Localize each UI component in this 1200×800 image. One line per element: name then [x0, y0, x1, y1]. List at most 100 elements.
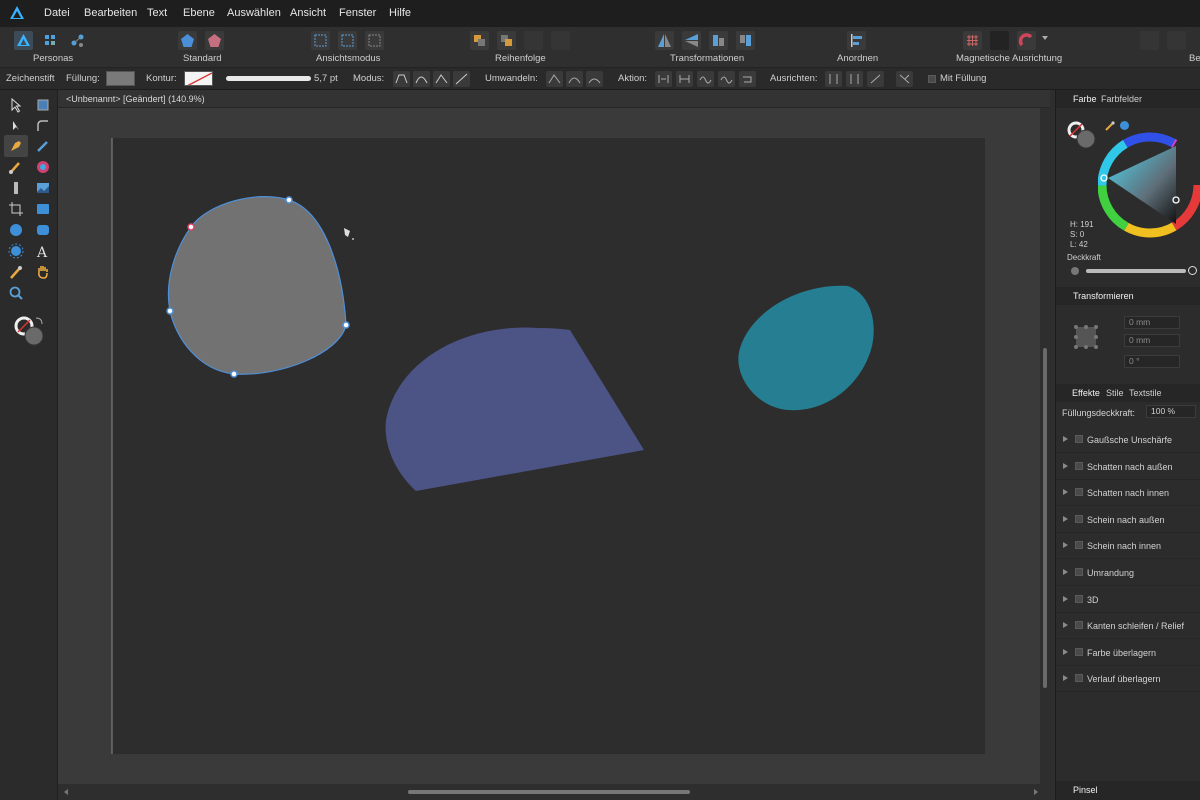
with-fill-checkbox[interactable]	[928, 75, 936, 83]
vector-brush-tool-icon[interactable]	[7, 158, 25, 176]
color-picker-tool-icon[interactable]	[7, 263, 25, 281]
fill-swatch[interactable]	[106, 71, 135, 86]
convert-smooth-button[interactable]	[566, 71, 583, 87]
effect-checkbox[interactable]	[1075, 594, 1083, 603]
boolean-add-button[interactable]	[1140, 31, 1159, 50]
effect-checkbox[interactable]	[1075, 568, 1083, 576]
pen-tool-icon[interactable]	[7, 137, 25, 155]
order-top-button[interactable]	[551, 31, 570, 50]
order-forward-button[interactable]	[497, 31, 516, 50]
menu-text[interactable]: Text	[147, 7, 167, 19]
action-reverse-button[interactable]	[739, 71, 756, 87]
effect-row[interactable]: Schatten nach innen	[1056, 480, 1200, 507]
effect-row[interactable]: Schein nach innen	[1056, 533, 1200, 560]
opacity-slider-handle[interactable]	[1188, 266, 1197, 275]
mode-pen-button[interactable]	[393, 71, 410, 87]
pixel-persona-button[interactable]	[41, 31, 60, 50]
expand-triangle-icon[interactable]	[1063, 622, 1068, 629]
transform-y-field[interactable]: 0 mm	[1124, 334, 1180, 347]
document-title[interactable]: <Unbenannt> [Geändert] (140.9%)	[66, 94, 205, 104]
scroll-left-icon[interactable]	[64, 789, 68, 795]
crop-tool-icon[interactable]	[7, 200, 25, 218]
path-node[interactable]	[285, 196, 293, 204]
snapping-magnet-button[interactable]	[1017, 31, 1036, 50]
pencil-tool-icon[interactable]	[34, 137, 52, 155]
expand-triangle-icon[interactable]	[1063, 489, 1068, 496]
action-smooth-button[interactable]	[697, 71, 714, 87]
mode-line-button[interactable]	[453, 71, 470, 87]
order-front-button[interactable]	[524, 31, 543, 50]
effect-checkbox[interactable]	[1075, 621, 1083, 630]
convert-smart-button[interactable]	[586, 71, 603, 87]
artboard-tool-icon[interactable]	[34, 96, 52, 114]
star-tool-icon[interactable]	[7, 242, 25, 260]
move-tool-icon[interactable]	[7, 96, 25, 114]
color-wheel[interactable]	[1098, 130, 1200, 246]
horizontal-scroll-thumb[interactable]	[408, 790, 690, 794]
tab-swatches[interactable]: Farbfelder	[1101, 94, 1142, 104]
tab-styles[interactable]: Stile	[1106, 388, 1124, 398]
convert-sharp-button[interactable]	[546, 71, 563, 87]
effect-row[interactable]: Kanten schleifen / Relief	[1056, 613, 1200, 640]
boolean-subtract-button[interactable]	[1167, 31, 1186, 50]
node-tool-icon[interactable]	[7, 117, 25, 135]
place-image-tool-icon[interactable]	[34, 179, 52, 197]
ellipse-tool-icon[interactable]	[7, 221, 25, 239]
menu-ebene[interactable]: Ebene	[183, 7, 215, 19]
expand-triangle-icon[interactable]	[1063, 595, 1068, 602]
mode-polygon-button[interactable]	[433, 71, 450, 87]
standard-shape-button[interactable]	[178, 31, 197, 50]
zoom-tool-icon[interactable]	[7, 284, 25, 302]
effect-checkbox[interactable]	[1075, 674, 1083, 683]
action-close-button[interactable]	[676, 71, 693, 87]
expand-triangle-icon[interactable]	[1063, 648, 1068, 655]
corner-tool-icon[interactable]	[34, 117, 52, 135]
path-node[interactable]	[342, 321, 350, 329]
fill-stroke-icon[interactable]	[1064, 120, 1098, 150]
menu-bearbeiten[interactable]: Bearbeiten	[84, 7, 137, 19]
effect-checkbox[interactable]	[1075, 461, 1083, 470]
snapping-grid-button[interactable]	[963, 31, 982, 50]
path-node[interactable]	[166, 307, 174, 315]
start-node[interactable]	[187, 223, 195, 231]
effect-checkbox[interactable]	[1075, 488, 1083, 497]
snapping-toggle-button[interactable]	[990, 31, 1009, 50]
align-button[interactable]	[847, 31, 866, 50]
order-back-button[interactable]	[470, 31, 489, 50]
mode-smart-button[interactable]	[413, 71, 430, 87]
expand-triangle-icon[interactable]	[1063, 569, 1068, 575]
standard-edit-button[interactable]	[205, 31, 224, 50]
fill-tool-icon[interactable]	[34, 158, 52, 176]
text-tool-icon[interactable]: A	[34, 242, 52, 260]
align-nodes-1-button[interactable]	[825, 71, 842, 87]
expand-triangle-icon[interactable]	[1063, 436, 1068, 442]
color-swatches-icon[interactable]	[12, 314, 46, 346]
align-nodes-2-button[interactable]	[846, 71, 863, 87]
view-mode-3-button[interactable]	[365, 31, 384, 50]
flip-horizontal-button[interactable]	[655, 31, 674, 50]
designer-persona-button[interactable]	[14, 31, 33, 50]
rotate-left-button[interactable]	[709, 31, 728, 50]
effect-row[interactable]: Schein nach außen	[1056, 507, 1200, 533]
tab-text-styles[interactable]: Textstile	[1129, 388, 1162, 398]
action-break-button[interactable]	[655, 71, 672, 87]
effect-row[interactable]: Verlauf überlagern	[1056, 666, 1200, 693]
snapping-dropdown-icon[interactable]	[1042, 36, 1048, 40]
effect-row[interactable]: Schatten nach außen	[1056, 454, 1200, 480]
transparency-tool-icon[interactable]	[7, 179, 25, 197]
expand-triangle-icon[interactable]	[1063, 515, 1068, 522]
align-nodes-3-button[interactable]	[867, 71, 884, 87]
view-mode-1-button[interactable]	[311, 31, 330, 50]
hand-tool-icon[interactable]	[34, 263, 52, 281]
menu-ansicht[interactable]: Ansicht	[290, 7, 326, 19]
current-color-dot[interactable]	[1120, 121, 1129, 130]
effect-checkbox[interactable]	[1075, 435, 1083, 443]
effect-checkbox[interactable]	[1075, 514, 1083, 523]
stroke-swatch[interactable]	[184, 71, 213, 86]
effect-row[interactable]: 3D	[1056, 587, 1200, 613]
transform-rotation-field[interactable]: 0 °	[1124, 355, 1180, 368]
canvas-svg[interactable]	[58, 108, 1040, 784]
action-join-button[interactable]	[718, 71, 735, 87]
menu-fenster[interactable]: Fenster	[339, 7, 376, 19]
expand-triangle-icon[interactable]	[1063, 542, 1068, 549]
